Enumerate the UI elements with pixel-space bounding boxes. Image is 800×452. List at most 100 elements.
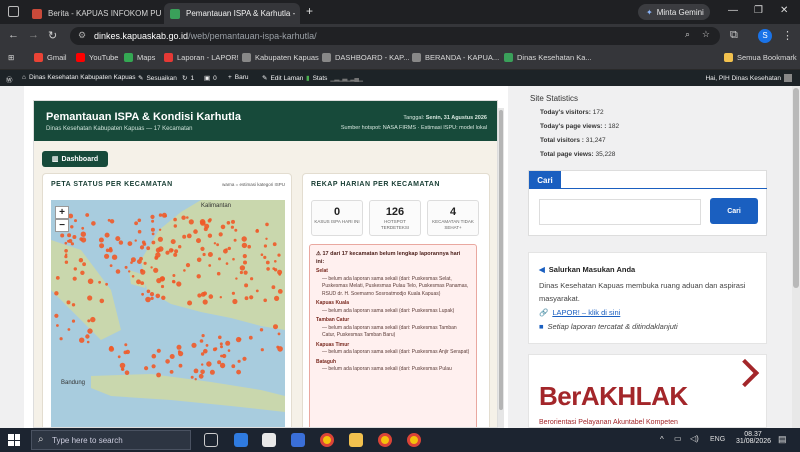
- hotspot-marker: [90, 316, 96, 323]
- site-info-icon[interactable]: ⚙: [78, 30, 86, 41]
- taskbar-search-placeholder: Type here to search: [52, 435, 123, 445]
- bookmark-gmail[interactable]: Gmail: [34, 53, 67, 62]
- bookmark-dinkes[interactable]: Dinas Kesehatan Ka...: [504, 53, 592, 62]
- dinkes-icon: [504, 53, 513, 62]
- store-icon[interactable]: [262, 433, 276, 447]
- language-indicator[interactable]: ENG: [710, 436, 725, 443]
- clock[interactable]: 08.37 31/08/2026: [736, 431, 771, 445]
- new-tab-icon[interactable]: +: [306, 4, 313, 18]
- bookmark-youtube[interactable]: YouTube: [76, 53, 118, 62]
- tab-berita[interactable]: Berita - KAPUAS INFOKOM PU... ✕: [26, 3, 162, 24]
- mail-icon[interactable]: [291, 433, 305, 447]
- wp-new[interactable]: + Baru: [228, 74, 249, 81]
- close-window-icon[interactable]: ✕: [780, 5, 788, 16]
- tab-dashboard[interactable]: ▥ Dashboard: [42, 151, 108, 167]
- volume-icon[interactable]: ◁): [690, 434, 699, 443]
- sparkline-icon: ▁▂▁▃▁▂▄▁: [330, 75, 363, 82]
- close-tab-icon[interactable]: ✕: [295, 8, 300, 19]
- bookmark-label: BERANDA - KAPUA...: [425, 53, 500, 62]
- minimize-icon[interactable]: —: [728, 5, 738, 16]
- forward-icon[interactable]: →: [28, 29, 39, 41]
- bookmark-beranda[interactable]: BERANDA - KAPUA...: [412, 53, 499, 62]
- stat-label: HOTSPOT TERDETEKSI: [380, 219, 410, 230]
- hotspot-marker: [160, 284, 165, 289]
- berakhlak-banner: BerAKHLAK Berorientasi Pelayanan Akuntab…: [528, 354, 767, 428]
- hotspot-marker: [207, 252, 213, 257]
- hotspot-marker: [237, 359, 241, 363]
- notification-icon[interactable]: ▤: [778, 434, 787, 445]
- back-icon[interactable]: ←: [8, 29, 19, 41]
- hotspot-marker: [187, 300, 193, 306]
- hotspot-marker: [151, 240, 156, 245]
- wp-account[interactable]: Hai, PIH Dinas Kesehatan: [705, 74, 792, 82]
- tray-chevron-icon[interactable]: ^: [660, 435, 664, 444]
- lapor-link-label: LAPOR! – klik di sini: [552, 308, 621, 317]
- file-explorer-icon[interactable]: [349, 433, 363, 447]
- zoom-icon[interactable]: ⌕: [685, 29, 690, 40]
- wp-comments[interactable]: ▣ 0: [204, 74, 217, 83]
- lapor-link[interactable]: 🔗 LAPOR! – klik di sini: [539, 308, 620, 317]
- taskbar-search[interactable]: ⌕ Type here to search: [31, 430, 191, 450]
- search-button[interactable]: Cari: [710, 198, 758, 224]
- search-input[interactable]: [539, 199, 701, 225]
- tab-search-icon[interactable]: [8, 6, 19, 17]
- folder-icon: [724, 53, 733, 62]
- wp-site-name[interactable]: ⌂ Dinas Kesehatan Kabupaten Kapuas: [22, 74, 136, 81]
- land-sumatra: [51, 240, 121, 340]
- chrome-icon[interactable]: [378, 433, 392, 447]
- hotspot-marker: [64, 260, 69, 264]
- bookmark-label: Semua Bookmark: [737, 53, 797, 62]
- hotspot-marker: [64, 249, 68, 253]
- reload-icon[interactable]: ↻: [48, 29, 57, 42]
- bookmark-star-icon[interactable]: ☆: [702, 29, 710, 40]
- bookmark-kabupaten[interactable]: Kabupaten Kapuas: [242, 53, 319, 62]
- hotspot-marker: [124, 370, 130, 375]
- embed-scrollbar-thumb[interactable]: [499, 110, 503, 410]
- extensions-icon[interactable]: ⧉: [730, 29, 738, 42]
- hotspot-marker: [72, 276, 77, 281]
- bookmark-dashboard[interactable]: DASHBOARD - KAP...: [322, 53, 409, 62]
- edge-icon[interactable]: [234, 433, 248, 447]
- network-icon[interactable]: ▭: [674, 434, 682, 443]
- apps-grid-icon[interactable]: ⊞: [8, 53, 14, 62]
- hotspot-marker: [87, 319, 91, 323]
- hotspot-marker: [161, 295, 166, 300]
- hotspot-marker: [128, 270, 131, 273]
- bookmark-maps[interactable]: Maps: [124, 53, 155, 62]
- status-map[interactable]: Kalimantan Bandung + −: [51, 200, 285, 427]
- restore-icon[interactable]: ❐: [754, 5, 763, 16]
- windows-start-icon[interactable]: [8, 434, 20, 446]
- hotspot-marker: [190, 375, 194, 379]
- hotspot-marker: [244, 296, 249, 301]
- wp-edit-page[interactable]: ✎ Edit Laman: [262, 74, 303, 83]
- bookmark-lapor[interactable]: Laporan - LAPOR!: [164, 53, 239, 62]
- zoom-out-button[interactable]: −: [55, 219, 69, 232]
- hotspot-marker: [225, 262, 229, 265]
- hotspot-marker: [70, 242, 74, 246]
- hotspot-marker: [200, 369, 205, 375]
- tab-pemantauan[interactable]: Pemantauan ISPA & Karhutla - ✕: [164, 3, 300, 24]
- hotspot-marker: [104, 232, 110, 238]
- banner-subtitle: Berorientasi Pelayanan Akuntabel Kompete…: [539, 419, 678, 426]
- task-view-icon[interactable]: [204, 433, 218, 447]
- hotspot-marker: [208, 264, 212, 267]
- stat-row-value: 31,247: [585, 137, 606, 144]
- chrome-icon[interactable]: [407, 433, 421, 447]
- page-scrollbar-thumb[interactable]: [793, 88, 799, 288]
- globe-icon: [322, 53, 331, 62]
- all-bookmarks[interactable]: Semua Bookmark: [724, 53, 797, 62]
- gemini-button[interactable]: ✦ Minta Gemini: [638, 4, 710, 20]
- lapor-icon: [164, 53, 173, 62]
- hotspot-marker: [266, 267, 270, 271]
- address-bar[interactable]: ⚙ dinkes.kapuaskab.go.id/web/pemantauan-…: [70, 27, 720, 45]
- menu-icon[interactable]: ⋮: [782, 29, 793, 42]
- banner-logo-text: BerAKHLAK: [539, 381, 688, 411]
- wp-updates[interactable]: ↻ 1: [182, 74, 194, 83]
- wp-customize[interactable]: ✎ Sesuaikan: [138, 74, 177, 83]
- zoom-in-button[interactable]: +: [55, 206, 69, 219]
- hotspot-marker: [277, 253, 281, 257]
- wordpress-logo-icon[interactable]: Ⓦ: [6, 74, 13, 84]
- chrome-icon[interactable]: [320, 433, 334, 447]
- profile-avatar[interactable]: S: [758, 29, 772, 43]
- wp-stats[interactable]: ▮ Stats ▁▂▁▃▁▂▄▁: [306, 74, 363, 83]
